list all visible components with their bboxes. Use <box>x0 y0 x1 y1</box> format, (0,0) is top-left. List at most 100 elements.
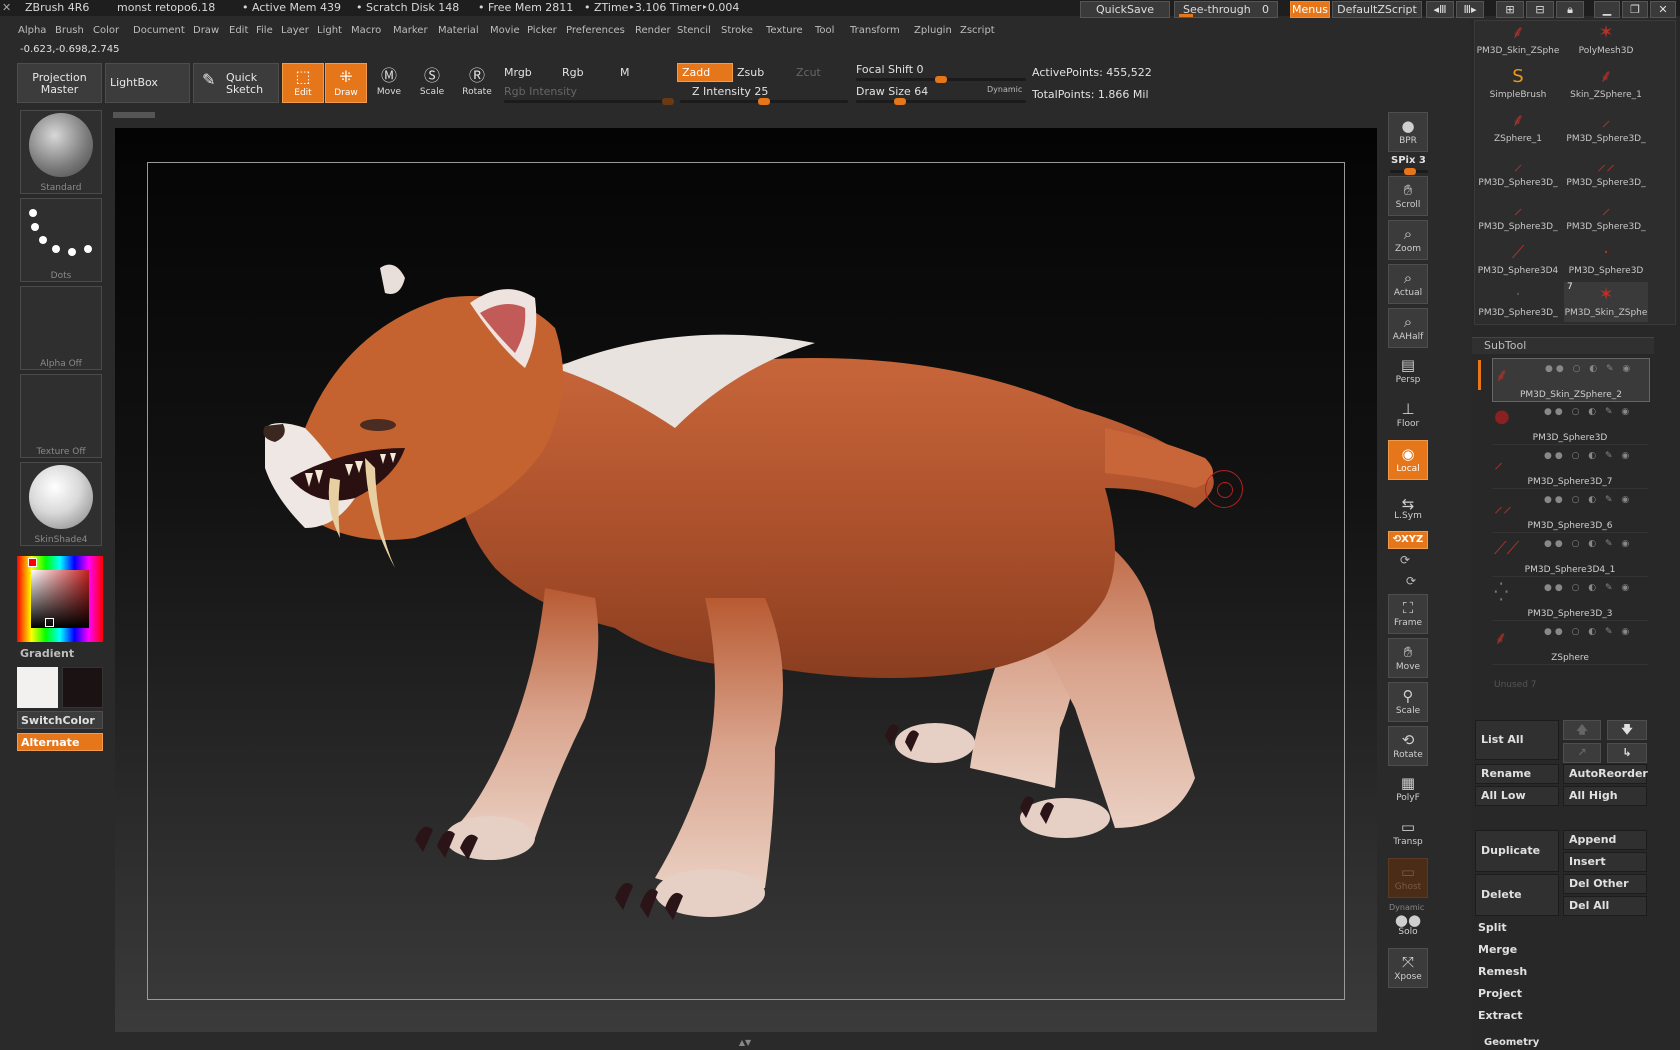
split-button[interactable]: Split <box>1478 921 1507 934</box>
m-button[interactable]: M <box>620 66 630 79</box>
focal-shift-slider[interactable] <box>856 76 1026 83</box>
geometry-header[interactable]: Geometry <box>1484 1037 1539 1048</box>
zcut-button[interactable]: Zcut <box>796 66 821 79</box>
menu-render[interactable]: Render <box>635 25 671 36</box>
move-down-icon[interactable]: 🡇 <box>1607 720 1647 740</box>
remesh-button[interactable]: Remesh <box>1478 965 1527 978</box>
alpha-selector[interactable]: Alpha Off <box>20 286 102 370</box>
menu-alpha[interactable]: Alpha <box>18 25 46 36</box>
switchcolor-button[interactable]: SwitchColor <box>17 711 103 729</box>
menu-macro[interactable]: Macro <box>351 25 381 36</box>
insert-button[interactable]: Insert <box>1563 852 1647 872</box>
menu-document[interactable]: Document <box>133 25 185 36</box>
dynamic-toggle[interactable]: Dynamic <box>987 85 1022 94</box>
menu-marker[interactable]: Marker <box>393 25 428 36</box>
append-button[interactable]: Append <box>1563 830 1647 850</box>
alternate-button[interactable]: Alternate <box>17 733 103 751</box>
zoom-button[interactable]: ⌕ Zoom <box>1388 220 1428 260</box>
rgb-intensity-slider[interactable] <box>504 98 674 105</box>
draw-mode-button[interactable]: ⁜ Draw <box>325 63 367 103</box>
mesh-1[interactable]: ✶ PolyMesh3D <box>1564 20 1648 60</box>
menus-button[interactable]: Menus <box>1290 1 1330 18</box>
mesh-7[interactable]: ⸝⸝ PM3D_Sphere3D_ <box>1564 152 1648 192</box>
local-button[interactable]: ◉ Local <box>1388 440 1428 480</box>
mesh-5[interactable]: ⸝ PM3D_Sphere3D_ <box>1564 108 1648 148</box>
actual-button[interactable]: ⌕ Actual <box>1388 264 1428 304</box>
scale-mode-button[interactable]: Ⓢ Scale <box>411 63 453 103</box>
delete-button[interactable]: Delete <box>1475 874 1559 916</box>
project-button[interactable]: Project <box>1478 987 1522 1000</box>
move-mode-button[interactable]: Ⓜ Move <box>368 63 410 103</box>
close-icon[interactable]: ✕ <box>1650 1 1676 18</box>
subtool-2-toggles[interactable]: ●● ○ ◐ ✎ ◉ <box>1544 451 1632 461</box>
mesh-13[interactable]: ✶ PM3D_Skin_ZSphe 7 <box>1564 282 1648 322</box>
menu-zscript[interactable]: Zscript <box>960 25 995 36</box>
texture-selector[interactable]: Texture Off <box>20 374 102 458</box>
menu-texture[interactable]: Texture <box>766 25 803 36</box>
list-all-button[interactable]: List All <box>1475 720 1559 760</box>
subtool-scroll-indicator[interactable] <box>1478 360 1481 390</box>
polyf-button[interactable]: ▦ PolyF <box>1388 770 1428 810</box>
mrgb-button[interactable]: Mrgb <box>504 66 532 79</box>
persp-button[interactable]: ▤ Persp <box>1388 352 1428 392</box>
right-toggle-icon[interactable]: Ⅲ▸ <box>1456 1 1484 18</box>
xpose-button[interactable]: ⤧ Xpose <box>1388 948 1428 988</box>
menu-movie[interactable]: Movie <box>490 25 520 36</box>
mesh-12[interactable]: · PM3D_Sphere3D_ <box>1476 282 1560 322</box>
secondary-color-swatch[interactable] <box>62 667 103 708</box>
menu-edit[interactable]: Edit <box>229 25 248 36</box>
y-rotate-icon[interactable]: ⟳ <box>1400 553 1410 567</box>
duplicate-button[interactable]: Duplicate <box>1475 830 1559 872</box>
lsym-button[interactable]: ⇆ L.Sym <box>1388 494 1428 522</box>
mesh-3[interactable]: ⸙ Skin_ZSphere_1 <box>1564 64 1648 104</box>
subtool-item[interactable]: ⸝⸝ ●● ○ ◐ ✎ ◉ PM3D_Sphere3D_6 <box>1492 490 1648 533</box>
color-picker[interactable] <box>17 556 103 642</box>
restore-icon[interactable]: ❐ <box>1622 1 1648 18</box>
del-other-button[interactable]: Del Other <box>1563 874 1647 894</box>
z-rotate-icon[interactable]: ⟳ <box>1406 574 1416 588</box>
quicksave-button[interactable]: QuickSave <box>1080 1 1170 18</box>
quick-sketch-button[interactable]: ✎ Quick Sketch <box>193 63 279 103</box>
brush-selector[interactable]: Standard <box>20 110 102 194</box>
subtool-5-toggles[interactable]: ●● ○ ◐ ✎ ◉ <box>1544 583 1632 593</box>
subtool-1-toggles[interactable]: ●● ○ ◐ ✎ ◉ <box>1544 407 1632 417</box>
move-view-button[interactable]: ✋︎ Move <box>1388 638 1428 678</box>
subtool-3-toggles[interactable]: ●● ○ ◐ ✎ ◉ <box>1544 495 1632 505</box>
default-zscript-button[interactable]: DefaultZScript <box>1332 1 1422 18</box>
frame-button[interactable]: ⛶ Frame <box>1388 594 1428 634</box>
zsub-button[interactable]: Zsub <box>737 66 764 79</box>
aahalf-button[interactable]: ⌕ AAHalf <box>1388 308 1428 348</box>
rename-button[interactable]: Rename <box>1475 764 1559 784</box>
transp-button[interactable]: ▭ Transp <box>1388 814 1428 854</box>
xyz-button[interactable]: ⟲XYZ <box>1388 531 1428 549</box>
left-toggle-icon[interactable]: ◂Ⅲ <box>1426 1 1454 18</box>
subtool-item[interactable]: ⸙ ●● ○ ◐ ✎ ◉ ZSphere <box>1492 622 1648 665</box>
gradient-label[interactable]: Gradient <box>20 647 74 660</box>
rotate-view-button[interactable]: ⟲ Rotate <box>1388 726 1428 766</box>
mesh-11[interactable]: · PM3D_Sphere3D <box>1564 240 1648 280</box>
mesh-10[interactable]: ⟋ PM3D_Sphere3D4 <box>1476 240 1560 280</box>
mesh-6[interactable]: ⸝ PM3D_Sphere3D_ <box>1476 152 1560 192</box>
subtool-0-toggles[interactable]: ●● ○ ◐ ✎ ◉ <box>1545 364 1633 374</box>
color-square[interactable] <box>31 570 89 628</box>
scroll-button[interactable]: ✋︎ Scroll <box>1388 176 1428 216</box>
rgb-button[interactable]: Rgb <box>562 66 584 79</box>
menu-layer[interactable]: Layer <box>281 25 309 36</box>
autoreorder-button[interactable]: AutoReorder <box>1563 764 1648 784</box>
all-low-button[interactable]: All Low <box>1475 786 1559 806</box>
menu-preferences[interactable]: Preferences <box>566 25 625 36</box>
menu-transform[interactable]: Transform <box>850 25 900 36</box>
all-high-button[interactable]: All High <box>1563 786 1647 806</box>
material-selector[interactable]: SkinShade4 <box>20 462 102 546</box>
mesh-0[interactable]: ⸙ PM3D_Skin_ZSphe <box>1476 20 1560 60</box>
see-through-slider[interactable]: See-through 0 <box>1174 1 1278 18</box>
floor-button[interactable]: ⊥ Floor <box>1388 396 1428 436</box>
subtool-header[interactable]: SubTool <box>1472 337 1654 354</box>
del-all-button[interactable]: Del All <box>1563 896 1647 916</box>
scroll-indicator[interactable] <box>113 112 155 118</box>
merge-button[interactable]: Merge <box>1478 943 1517 956</box>
mesh-2[interactable]: S SimpleBrush <box>1476 64 1560 104</box>
menu-tool[interactable]: Tool <box>815 25 834 36</box>
ghost-button[interactable]: ▭ Ghost <box>1388 858 1428 898</box>
mesh-9[interactable]: ⸝ PM3D_Sphere3D_ <box>1564 196 1648 236</box>
